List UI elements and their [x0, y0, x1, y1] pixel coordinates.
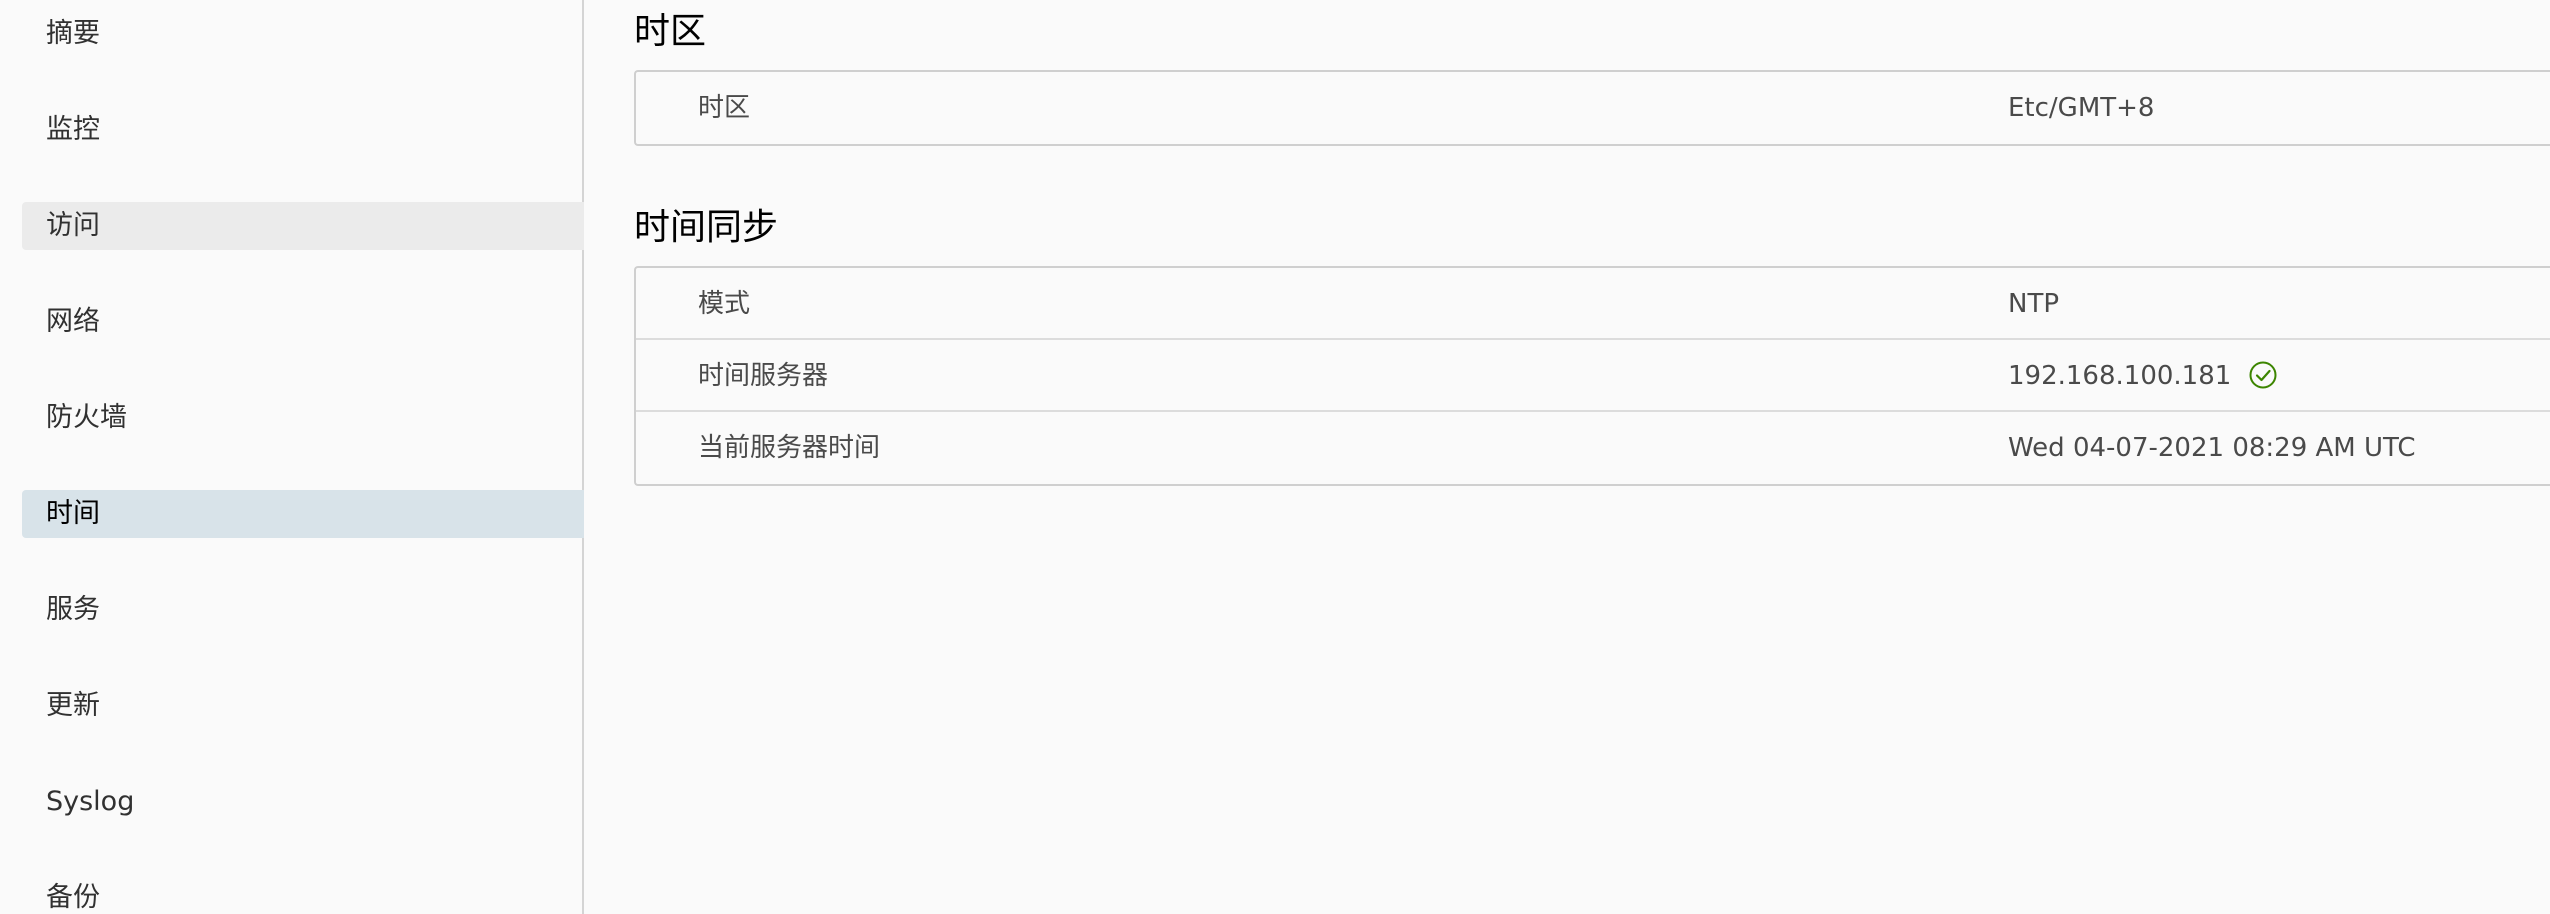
sidebar-item-firewall[interactable]: 防火墙	[22, 394, 584, 442]
timezone-section-title: 时区	[634, 11, 707, 52]
sidebar-item-time[interactable]: 时间	[22, 490, 584, 538]
sidebar-nav: 摘要 监控 访问 网络 防火墙 时间 服务 更新 Syslog 备份	[0, 0, 584, 914]
time-server-value: 192.168.100.181	[2008, 361, 2232, 391]
time-sync-section-title: 时间同步	[634, 207, 779, 248]
app-window: 摘要 监控 访问 网络 防火墙 时间 服务 更新 Syslog 备份 时区 时区…	[0, 0, 2550, 914]
time-server-label: 时间服务器	[698, 361, 829, 391]
check-circle-icon	[2249, 361, 2277, 388]
time-server-row: 时间服务器 192.168.100.181	[636, 340, 2550, 412]
main-content: 时区 时区 Etc/GMT+8 时间同步 模式 NTP 时间服务器 192.16…	[584, 0, 2550, 914]
time-server-value-wrap: 192.168.100.181	[2008, 340, 2278, 412]
mode-value: NTP	[2008, 289, 2060, 319]
sidebar-item-access[interactable]: 访问	[22, 202, 584, 250]
sidebar-item-update[interactable]: 更新	[22, 682, 584, 730]
current-server-time-row: 当前服务器时间 Wed 04-07-2021 08:29 AM UTC	[636, 412, 2550, 484]
sidebar-item-syslog[interactable]: Syslog	[22, 778, 584, 826]
sidebar-item-backup[interactable]: 备份	[22, 874, 584, 914]
sidebar-item-monitor[interactable]: 监控	[22, 106, 584, 154]
mode-label: 模式	[698, 289, 751, 319]
timezone-label: 时区	[698, 93, 751, 123]
sidebar-item-services[interactable]: 服务	[22, 586, 584, 634]
timezone-row: 时区 Etc/GMT+8	[636, 72, 2550, 144]
sidebar-item-summary[interactable]: 摘要	[22, 10, 584, 58]
timezone-panel: 时区 Etc/GMT+8	[634, 70, 2550, 146]
timezone-value: Etc/GMT+8	[2008, 93, 2155, 123]
mode-row: 模式 NTP	[636, 268, 2550, 340]
time-sync-panel: 模式 NTP 时间服务器 192.168.100.181 当前服务器时间 Wed…	[634, 266, 2550, 486]
current-server-time-label: 当前服务器时间	[698, 433, 881, 463]
current-server-time-value: Wed 04-07-2021 08:29 AM UTC	[2008, 433, 2416, 463]
sidebar-item-network[interactable]: 网络	[22, 298, 584, 346]
